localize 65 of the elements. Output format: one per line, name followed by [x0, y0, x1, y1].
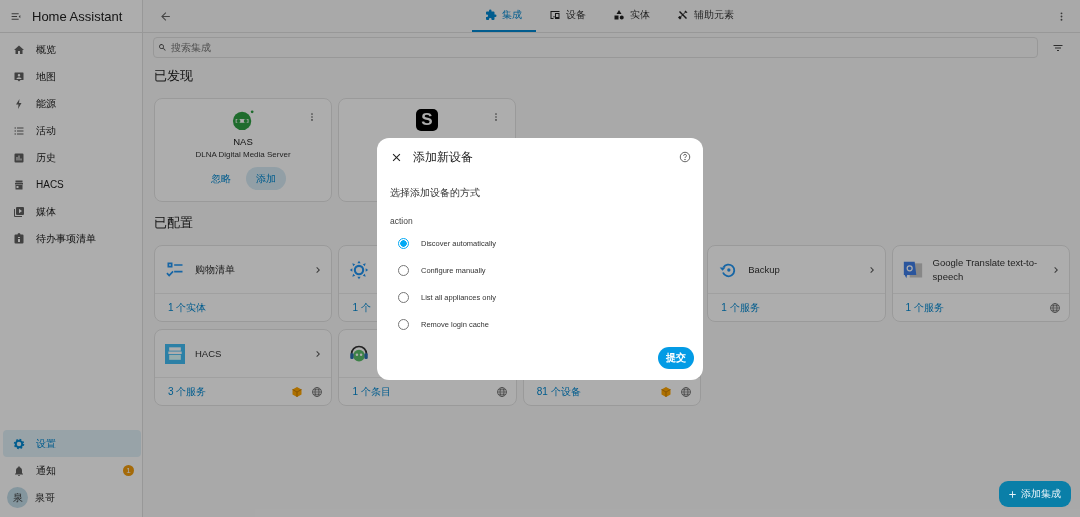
translate-logo-icon [902, 259, 923, 280]
search-icon [158, 43, 167, 52]
package-icon [660, 385, 673, 398]
search-field[interactable]: 搜索集成 [153, 37, 1038, 58]
sidebar-item[interactable]: 地图 [3, 63, 141, 90]
person-card-icon [13, 70, 25, 83]
globe-icon [495, 385, 508, 398]
user-avatar: 泉 [7, 487, 28, 508]
field-label: action [390, 216, 414, 226]
device-subtitle: DLNA Digital Media Server [195, 150, 291, 159]
radio-button[interactable] [398, 238, 409, 249]
devices-icon [549, 9, 561, 21]
user-profile-item[interactable]: 泉 泉哥 [3, 484, 141, 511]
sidebar-item[interactable]: 活动 [3, 117, 141, 144]
package-icon [291, 385, 304, 398]
clipboard-icon [13, 232, 25, 245]
globe-icon [311, 385, 324, 398]
tab[interactable]: 辅助元素 [664, 0, 748, 32]
bell-icon [13, 464, 25, 477]
globe-icon [680, 385, 693, 398]
store-icon [13, 178, 25, 191]
sidebar-item-label: 通知 [36, 463, 57, 478]
settings-icon [13, 437, 25, 450]
sidebar-item[interactable]: 待办事项清单 [3, 225, 141, 252]
back-arrow-icon[interactable] [159, 9, 172, 23]
globe-icon [1049, 301, 1061, 314]
dlna-logo-icon [232, 109, 254, 131]
sidebar-item[interactable]: HACS [3, 171, 141, 198]
sidebar-item[interactable]: 通知 1 [3, 457, 141, 484]
plus-icon [1007, 488, 1018, 500]
sun-icon [349, 259, 370, 280]
sidebar-item[interactable]: 媒体 [3, 198, 141, 225]
store-logo-icon [165, 343, 185, 364]
integration-card[interactable]: HACS 3 个服务 [154, 329, 333, 406]
integration-name: HACS [195, 346, 223, 361]
sidebar-item[interactable]: 历史 [3, 144, 141, 171]
tools-icon [677, 9, 689, 21]
integration-name: Google Translate text-to-speech [932, 255, 1039, 284]
play-icon [13, 205, 25, 218]
tab[interactable]: 设备 [536, 0, 600, 32]
dialog-title: 添加新设备 [413, 148, 474, 166]
sidebar-item-label: 设置 [36, 436, 57, 451]
user-name: 泉哥 [35, 490, 55, 505]
integration-name: 购物清单 [195, 262, 236, 277]
sidebar-item[interactable]: 能源 [3, 90, 141, 117]
section-heading: 已配置 [154, 214, 193, 232]
home-icon [13, 43, 25, 56]
shapes-icon [613, 9, 625, 21]
app-logo: S [416, 109, 438, 131]
dialog-description: 选择添加设备的方式 [390, 186, 481, 200]
robot-head-icon [349, 343, 370, 364]
tab[interactable]: 实体 [600, 0, 664, 32]
integration-card[interactable]: Google Translate text-to-speech 1 个服务 [891, 245, 1070, 322]
integration-card[interactable]: 购物清单 1 个实体 [154, 245, 333, 322]
sidebar-item[interactable]: 概览 [3, 36, 141, 63]
integration-name: Backup [748, 262, 781, 277]
add-integration-button[interactable]: 添加集成 [999, 481, 1071, 507]
integration-card[interactable]: Backup 1 个服务 [707, 245, 886, 322]
puzzle-icon [485, 9, 497, 21]
chart-icon [13, 151, 25, 164]
help-icon[interactable] [679, 151, 691, 163]
device-name: NAS [233, 136, 253, 147]
notification-badge: 1 [123, 465, 134, 476]
app-title: Home Assistant [32, 8, 123, 24]
section-heading: 已发现 [154, 67, 193, 85]
